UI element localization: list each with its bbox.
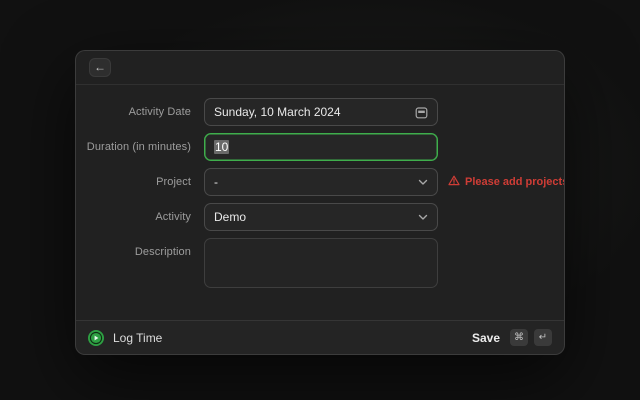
duration-value: 10 (214, 140, 229, 154)
project-label: Project (76, 176, 191, 188)
project-value: - (214, 175, 418, 189)
action-bar: Log Time Save ⌘ ↵ (76, 320, 564, 354)
activity-date-label: Activity Date (76, 106, 191, 118)
activity-row: Activity Demo (76, 203, 564, 231)
log-time-dialog: ← Activity Date Sunday, 10 March 2024 D (75, 50, 565, 355)
activity-dropdown[interactable]: Demo (204, 203, 438, 231)
back-arrow-icon: ← (94, 59, 106, 76)
description-textarea[interactable] (204, 238, 438, 288)
warning-icon (448, 175, 460, 189)
log-time-play-icon (88, 330, 104, 346)
calendar-icon (415, 106, 428, 119)
chevron-down-icon (418, 214, 428, 221)
activity-label: Activity (76, 211, 191, 223)
project-error: Please add projects first! (448, 175, 565, 189)
duration-input[interactable]: 10 (204, 133, 438, 161)
project-row: Project - (76, 168, 564, 196)
description-label: Description (76, 238, 191, 258)
duration-label: Duration (in minutes) (76, 141, 191, 153)
chevron-down-icon (418, 179, 428, 186)
activity-date-field[interactable]: Sunday, 10 March 2024 (204, 98, 438, 126)
project-error-text: Please add projects first! (465, 176, 565, 188)
activity-date-value: Sunday, 10 March 2024 (214, 105, 415, 119)
save-button[interactable]: Save (472, 331, 500, 345)
command-key-icon: ⌘ (510, 329, 528, 346)
log-time-form: Activity Date Sunday, 10 March 2024 Dura… (76, 85, 564, 288)
back-button[interactable]: ← (89, 58, 111, 77)
activity-date-row: Activity Date Sunday, 10 March 2024 (76, 98, 564, 126)
duration-row: Duration (in minutes) 10 (76, 133, 564, 161)
dialog-header: ← (76, 51, 564, 85)
return-key-icon: ↵ (534, 329, 552, 346)
description-row: Description (76, 238, 564, 288)
activity-value: Demo (214, 210, 418, 224)
project-dropdown[interactable]: - (204, 168, 438, 196)
save-action[interactable]: Save ⌘ ↵ (472, 329, 552, 346)
command-title: Log Time (113, 331, 162, 345)
